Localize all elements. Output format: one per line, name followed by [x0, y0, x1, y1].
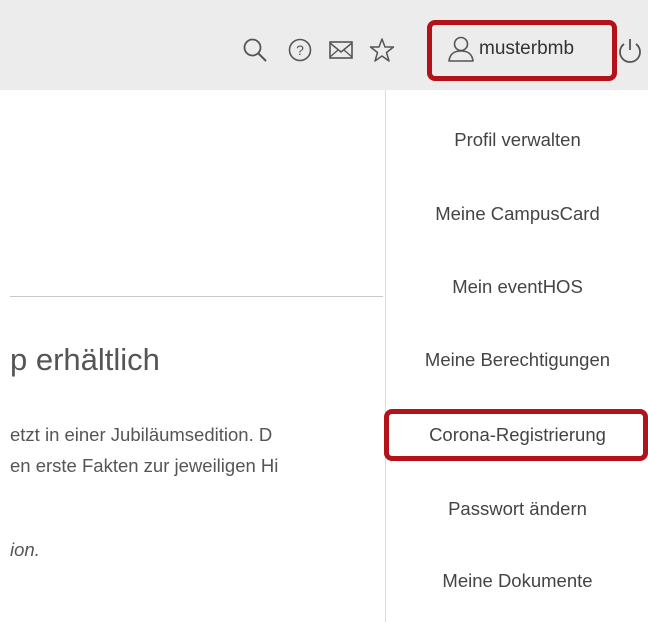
- user-icon[interactable]: [447, 36, 475, 62]
- help-icon[interactable]: ?: [288, 38, 312, 62]
- username-button[interactable]: musterbmb: [479, 38, 574, 60]
- menu-item-campuscard[interactable]: Meine CampusCard: [386, 203, 648, 225]
- user-dropdown-menu: Profil verwalten Meine CampusCard Mein e…: [385, 90, 648, 622]
- menu-item-profil-verwalten[interactable]: Profil verwalten: [386, 129, 648, 151]
- search-icon[interactable]: [242, 37, 268, 63]
- article-text-line: en erste Fakten zur jeweiligen Hi: [10, 455, 279, 476]
- star-icon[interactable]: [369, 37, 395, 63]
- menu-item-passwort-aendern[interactable]: Passwort ändern: [386, 498, 648, 520]
- article-text-line: etzt in einer Jubiläumsedition. D: [10, 424, 273, 445]
- article-heading: p erhältlich: [10, 342, 160, 377]
- mail-icon[interactable]: [329, 40, 353, 60]
- svg-text:?: ?: [296, 42, 304, 58]
- corona-highlight: [384, 409, 648, 461]
- power-icon[interactable]: [617, 37, 643, 65]
- menu-item-dokumente[interactable]: Meine Dokumente: [386, 570, 648, 592]
- menu-item-berechtigungen[interactable]: Meine Berechtigungen: [386, 349, 648, 371]
- article-text-line: ion.: [10, 539, 40, 560]
- content-divider: [10, 296, 383, 297]
- menu-item-eventhos[interactable]: Mein eventHOS: [386, 276, 648, 298]
